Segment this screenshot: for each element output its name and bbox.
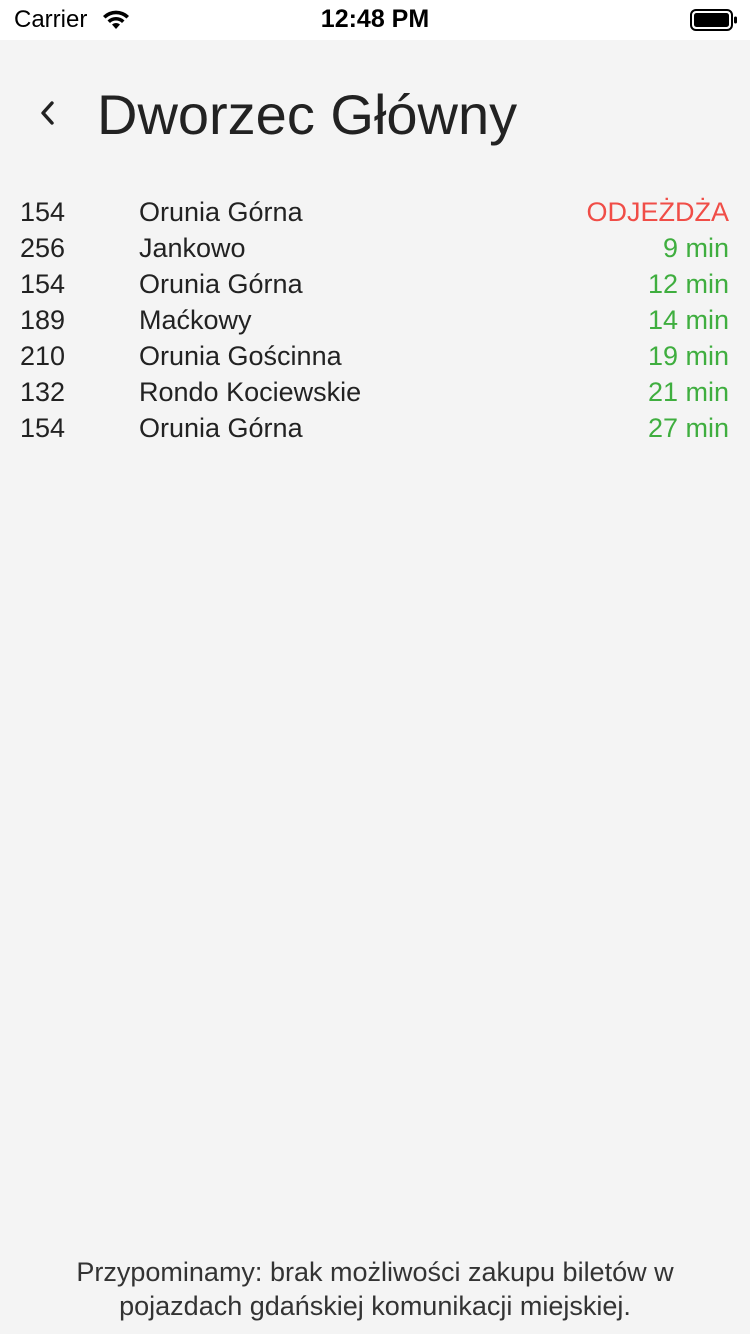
destination: Maćkowy	[139, 305, 252, 335]
line-number: 132	[20, 377, 66, 407]
status-time: 12:48 PM	[320, 5, 430, 33]
departure-time: 9 min	[662, 233, 729, 263]
destination: Orunia Gościnna	[139, 341, 342, 371]
back-button[interactable]	[26, 88, 70, 136]
departure-time: ODJEŻDŻA	[586, 197, 729, 227]
line-number: 154	[20, 197, 66, 227]
departure-row[interactable]: 154 Orunia Górna ODJEŻDŻA	[0, 194, 750, 230]
departure-row[interactable]: 256 Jankowo 9 min	[0, 230, 750, 266]
departure-time: 27 min	[647, 413, 729, 443]
departure-row[interactable]: 210 Orunia Gościnna 19 min	[0, 338, 750, 374]
line-number: 154	[20, 413, 66, 443]
departures-list: 154 Orunia Górna ODJEŻDŻA 256 Jankowo 9 min 15…	[0, 194, 750, 446]
destination: Orunia Górna	[139, 413, 303, 443]
page-title: Dworzec Główny	[97, 83, 518, 146]
line-number: 189	[20, 305, 66, 335]
battery-icon	[690, 9, 737, 31]
line-number: 256	[20, 233, 66, 263]
departure-time: 21 min	[647, 377, 729, 407]
status-bar: Carrier 12:48 PM	[0, 0, 750, 40]
departure-time: 12 min	[647, 269, 729, 299]
departure-row[interactable]: 154 Orunia Górna 27 min	[0, 410, 750, 446]
departure-time: 19 min	[647, 341, 729, 371]
departure-row[interactable]: 132 Rondo Kociewskie 21 min	[0, 374, 750, 410]
destination: Rondo Kociewskie	[139, 377, 362, 407]
destination: Orunia Górna	[139, 197, 303, 227]
destination: Orunia Górna	[139, 269, 303, 299]
header: Dworzec Główny	[0, 78, 750, 150]
line-number: 154	[20, 269, 66, 299]
destination: Jankowo	[139, 233, 246, 263]
chevron-left-icon	[41, 101, 54, 125]
line-number: 210	[20, 341, 66, 371]
departure-time: 14 min	[647, 305, 729, 335]
departure-row[interactable]: 154 Orunia Górna 12 min	[0, 266, 750, 302]
departure-row[interactable]: 189 Maćkowy 14 min	[0, 302, 750, 338]
footer-note: Przypominamy: brak możliwości zakupu bil…	[76, 1257, 674, 1321]
